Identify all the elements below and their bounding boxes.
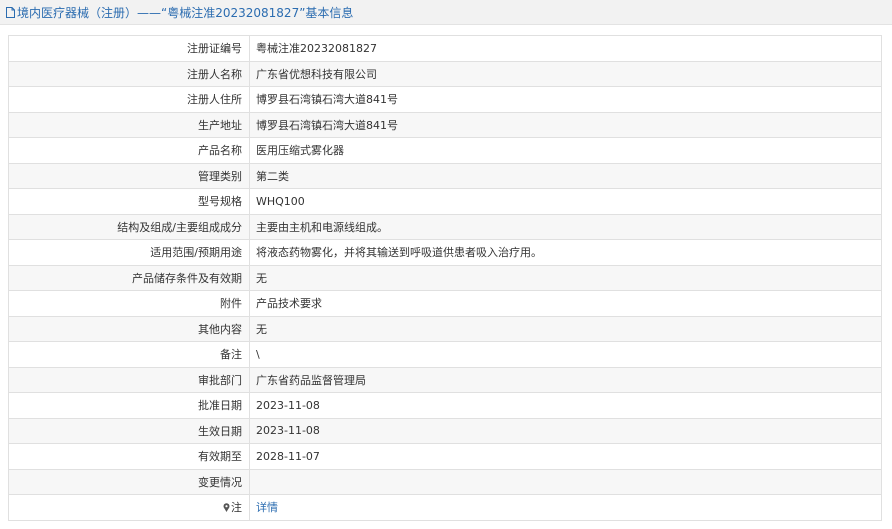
document-icon — [6, 6, 15, 18]
row-label: 批准日期 — [8, 392, 250, 419]
table-row: 审批部门 广东省药品监督管理局 — [8, 366, 882, 393]
table-row: 生效日期 2023-11-08 — [8, 417, 882, 444]
row-label: 适用范围/预期用途 — [8, 239, 250, 266]
info-table: 注册证编号 粤械注准20232081827 注册人名称 广东省优想科技有限公司 注册… — [8, 35, 882, 521]
table-row: 型号规格 WHQ100 — [8, 188, 882, 215]
row-label: 结构及组成/主要组成成分 — [8, 213, 250, 240]
row-value: 广东省药品监督管理局 — [249, 366, 882, 393]
pin-icon — [223, 503, 230, 513]
row-label: 型号规格 — [8, 188, 250, 215]
table-row: 有效期至 2028-11-07 — [8, 443, 882, 470]
row-label: 产品储存条件及有效期 — [8, 264, 250, 291]
row-value: WHQ100 — [249, 188, 882, 215]
row-value: 2023-11-08 — [249, 417, 882, 444]
table-row: 其他内容无 — [8, 315, 882, 342]
row-label: 生产地址 — [8, 111, 250, 138]
table-row: 结构及组成/主要组成成分 主要由主机和电源线组成。 — [8, 213, 882, 240]
note-label-cell: 注 — [8, 494, 250, 521]
row-label: 审批部门 — [8, 366, 250, 393]
table-row: 适用范围/预期用途 将液态药物雾化，并将其输送到呼吸道供患者吸入治疗用。 — [8, 239, 882, 266]
table-row: 管理类别 第二类 — [8, 162, 882, 189]
row-value: 2028-11-07 — [249, 443, 882, 470]
page-header: 境内医疗器械（注册）——“粤械注准20232081827”基本信息 — [0, 0, 892, 25]
row-value: 第二类 — [249, 162, 882, 189]
row-label: 附件 — [8, 290, 250, 317]
note-label: 注 — [231, 501, 242, 515]
row-value: 产品技术要求 — [249, 290, 882, 317]
table-row: 变更情况 — [8, 468, 882, 495]
row-value: 无 — [249, 315, 882, 342]
row-value: \ — [249, 341, 882, 368]
row-value: 医用压缩式雾化器 — [249, 137, 882, 164]
table-row: 备注 \ — [8, 341, 882, 368]
table-row: 产品储存条件及有效期无 — [8, 264, 882, 291]
row-label: 注册证编号 — [8, 35, 250, 62]
table-row: 批准日期 2023-11-08 — [8, 392, 882, 419]
row-value: 主要由主机和电源线组成。 — [249, 213, 882, 240]
row-label: 其他内容 — [8, 315, 250, 342]
table-row: 注册人名称 广东省优想科技有限公司 — [8, 60, 882, 87]
page-title: 境内医疗器械（注册）——“粤械注准20232081827”基本信息 — [17, 5, 354, 20]
table-row: 注册人住所 博罗县石湾镇石湾大道841号 — [8, 86, 882, 113]
row-label: 注册人住所 — [8, 86, 250, 113]
row-label: 生效日期 — [8, 417, 250, 444]
row-value: 博罗县石湾镇石湾大道841号 — [249, 111, 882, 138]
row-value: 粤械注准20232081827 — [249, 35, 882, 62]
row-label: 管理类别 — [8, 162, 250, 189]
row-label: 变更情况 — [8, 468, 250, 495]
row-value: 博罗县石湾镇石湾大道841号 — [249, 86, 882, 113]
table-row: 产品名称 医用压缩式雾化器 — [8, 137, 882, 164]
note-row: 注 详情 — [8, 494, 882, 521]
details-link[interactable]: 详情 — [256, 501, 278, 514]
row-value — [249, 468, 882, 495]
row-value: 2023-11-08 — [249, 392, 882, 419]
row-value: 无 — [249, 264, 882, 291]
row-label: 有效期至 — [8, 443, 250, 470]
note-value-cell: 详情 — [249, 494, 882, 521]
row-label: 备注 — [8, 341, 250, 368]
row-label: 产品名称 — [8, 137, 250, 164]
table-row: 注册证编号 粤械注准20232081827 — [8, 35, 882, 62]
row-value: 广东省优想科技有限公司 — [249, 60, 882, 87]
row-label: 注册人名称 — [8, 60, 250, 87]
table-row: 生产地址 博罗县石湾镇石湾大道841号 — [8, 111, 882, 138]
table-row: 附件 产品技术要求 — [8, 290, 882, 317]
row-value: 将液态药物雾化，并将其输送到呼吸道供患者吸入治疗用。 — [249, 239, 882, 266]
